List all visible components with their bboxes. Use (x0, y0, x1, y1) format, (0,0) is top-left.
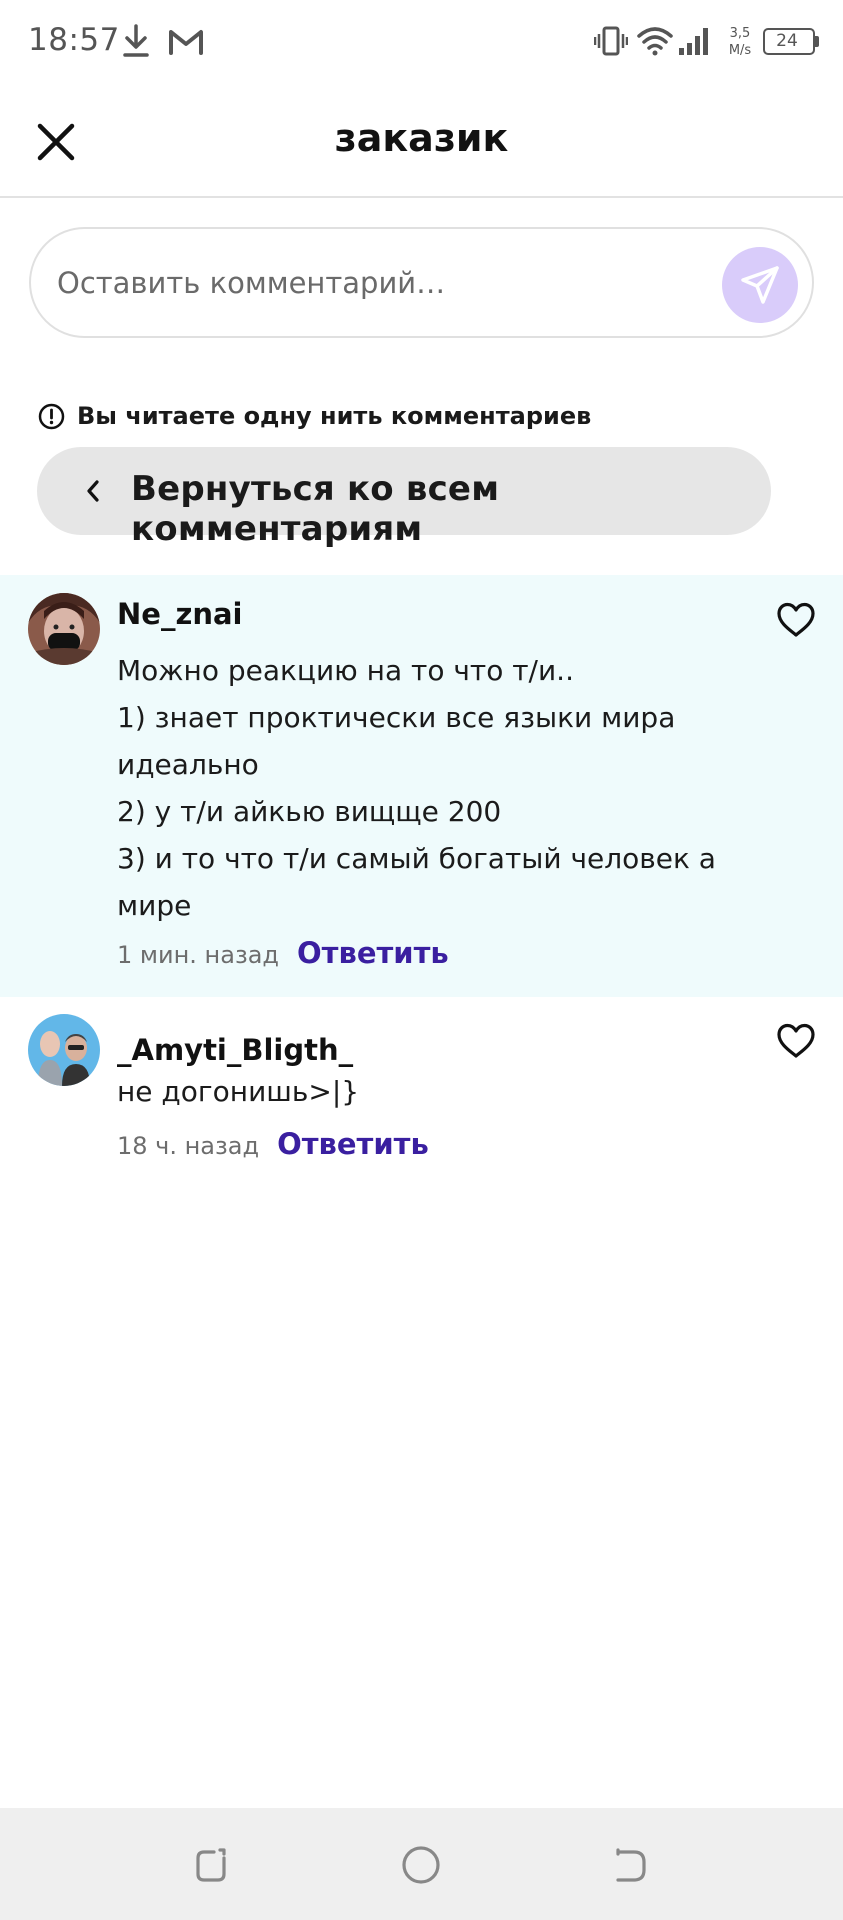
heart-icon[interactable] (776, 1023, 816, 1059)
thread-notice: Вы читаете одну нить комментариев (38, 399, 591, 433)
comment-timestamp: 1 мин. назад (117, 941, 280, 969)
battery-cap (815, 36, 819, 47)
avatar[interactable] (28, 1014, 100, 1086)
info-icon (38, 403, 65, 429)
comment-text: Можно реакцию на то что т/и.. 1) знает п… (117, 654, 716, 922)
download-icon (123, 24, 149, 57)
back-icon[interactable] (610, 1844, 652, 1886)
comment-item: Ne_znai Можно реакцию на то что т/и.. 1)… (0, 575, 843, 997)
wifi-icon (637, 27, 673, 56)
system-nav-bar (0, 1808, 843, 1920)
back-to-all-comments-label: Вернуться ко всем комментариям (131, 469, 500, 549)
reply-button[interactable]: Ответить (297, 936, 449, 970)
gmail-icon (169, 30, 203, 55)
avatar-image (28, 593, 100, 665)
header: заказик (0, 86, 843, 198)
vibrate-icon (594, 26, 628, 56)
status-bar: 18:57 3,5 M/s 24 (0, 0, 843, 86)
comment-meta: 1 мин. назад Ответить (117, 936, 449, 970)
recents-icon[interactable] (190, 1844, 232, 1886)
battery-icon: 24 (763, 28, 815, 55)
comment-input[interactable] (57, 253, 717, 313)
comment-username[interactable]: _Amyti_Bligth_ (117, 1033, 353, 1067)
comment-text: не догонишь>|} (117, 1075, 360, 1108)
network-speed: 3,5 M/s (724, 25, 756, 59)
page-title: заказик (334, 116, 509, 160)
status-time: 18:57 (28, 22, 120, 58)
battery-level: 24 (776, 31, 798, 51)
comment-username[interactable]: Ne_znai (117, 597, 242, 631)
avatar-image (28, 1014, 100, 1086)
back-to-all-comments-button[interactable]: Вернуться ко всем комментариям (37, 447, 771, 549)
send-icon (741, 266, 779, 304)
comment-item: _Amyti_Bligth_ не догонишь>|} 18 ч. наза… (0, 997, 843, 1177)
signal-icon (679, 28, 708, 55)
home-icon[interactable] (400, 1844, 442, 1886)
reply-button[interactable]: Ответить (277, 1127, 429, 1161)
network-speed-value: 3,5 (729, 26, 751, 41)
thread-notice-text: Вы читаете одну нить комментариев (77, 402, 592, 430)
comment-box (29, 227, 814, 338)
heart-icon[interactable] (776, 602, 816, 638)
screen: 18:57 3,5 M/s 24 заказик Оставить коммен… (0, 0, 843, 1920)
chevron-left-icon (87, 480, 99, 502)
avatar[interactable] (28, 593, 100, 665)
comment-timestamp: 18 ч. назад (117, 1132, 260, 1160)
comment-meta: 18 ч. назад Ответить (117, 1127, 429, 1161)
send-button[interactable] (722, 247, 798, 323)
network-speed-unit: M/s (728, 43, 752, 58)
